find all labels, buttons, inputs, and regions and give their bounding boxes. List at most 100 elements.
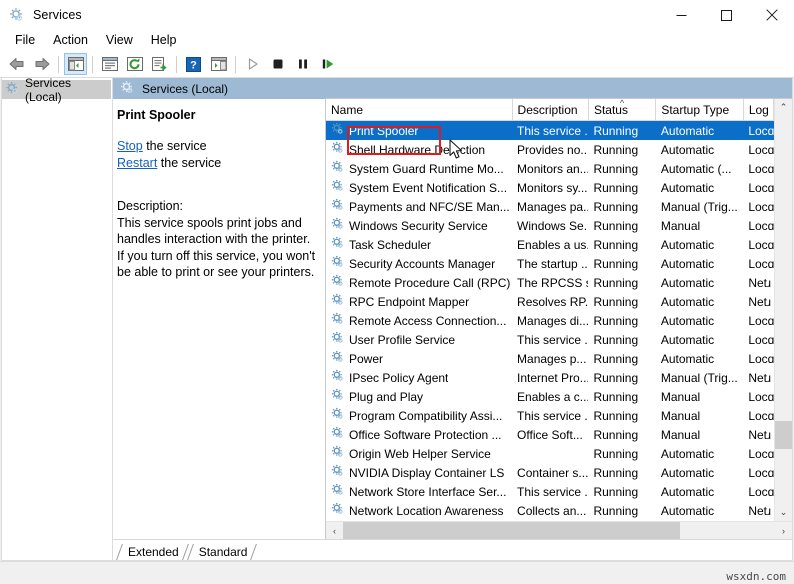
service-name-text: Payments and NFC/SE Man... (349, 199, 510, 214)
scroll-left-icon[interactable]: ‹ (326, 522, 343, 539)
cell-startup-type: Automatic (660, 351, 715, 366)
table-row[interactable]: Office Software Protection ... Office Sof… (326, 425, 774, 444)
vertical-scroll-thumb[interactable] (775, 421, 792, 449)
cell-startup-type: Manual (660, 408, 701, 423)
show-hide-console-tree-icon[interactable] (64, 53, 87, 75)
help-icon[interactable]: ? (182, 53, 205, 75)
cell-description: Provides no... (517, 142, 589, 157)
cell-name: User Profile Service (326, 330, 512, 349)
stop-service-icon[interactable] (266, 53, 289, 75)
cell-status: Running (593, 199, 639, 214)
table-row[interactable]: Windows Security Service Windows Se... Run… (326, 216, 774, 235)
table-row[interactable]: Security Accounts Manager The startup ...… (326, 254, 774, 273)
table-row[interactable]: System Event Notification S... Monitors s… (326, 178, 774, 197)
table-row[interactable]: Program Compatibility Assi... This servic… (326, 406, 774, 425)
cell-name: Origin Web Helper Service (326, 444, 512, 463)
cell-startup-type: Manual (Trig... (660, 370, 738, 385)
scroll-down-icon[interactable]: ⌄ (775, 504, 792, 521)
scroll-right-icon[interactable]: › (775, 522, 792, 539)
table-row[interactable]: Plug and Play Enables a c... Running Manual… (326, 387, 774, 406)
cell-name: Network Store Interface Ser... (326, 482, 512, 501)
maximize-button[interactable] (704, 0, 749, 30)
table-row[interactable]: Power Manages p... Running Automatic Locɑ (326, 349, 774, 368)
service-gear-icon (331, 293, 345, 310)
back-icon[interactable] (5, 53, 28, 75)
cell-startup-type: Automatic (660, 465, 715, 480)
table-row[interactable]: Payments and NFC/SE Man... Manages pa... R… (326, 197, 774, 216)
pause-service-icon[interactable] (291, 53, 314, 75)
column-header-startup-type[interactable]: Startup Type (655, 99, 744, 121)
service-name-text: System Event Notification S... (349, 180, 508, 195)
properties-icon[interactable] (98, 53, 121, 75)
horizontal-scroll-track[interactable] (343, 522, 775, 539)
table-row[interactable]: Print Spooler This service ... Running Auto… (326, 120, 774, 140)
column-header-name[interactable]: Name (326, 99, 513, 121)
table-row[interactable]: RPC Endpoint Mapper Resolves RP... Running… (326, 292, 774, 311)
vertical-scrollbar[interactable]: ⌃ ⌄ (774, 99, 792, 521)
minimize-button[interactable] (659, 0, 704, 30)
forward-icon[interactable] (30, 53, 53, 75)
cell-description: Resolves RP... (517, 294, 589, 309)
menu-action[interactable]: Action (44, 31, 97, 50)
table-row[interactable]: Network Location Awareness Collects an...… (326, 501, 774, 520)
tab-standard[interactable]: Standard (188, 543, 257, 560)
list-view-main: Name Description ^ Status Startup Type L… (326, 99, 775, 521)
services-table: Name Description ^ Status Startup Type L… (326, 99, 775, 520)
toolbar-separator (58, 55, 59, 73)
cell-description: Container s... (517, 465, 589, 480)
cell-name: Power (326, 349, 512, 368)
cell-log-on-as: Locɑ (748, 332, 774, 347)
table-row[interactable]: Origin Web Helper Service Running Automati… (326, 444, 774, 463)
column-header-description-label: Description (517, 102, 578, 117)
table-header-row: Name Description ^ Status Startup Type L… (326, 99, 775, 121)
table-row[interactable]: IPsec Policy Agent Internet Pro... Running… (326, 368, 774, 387)
service-gear-icon (331, 122, 345, 139)
table-row[interactable]: Shell Hardware Detection Provides no... Ru… (326, 140, 774, 159)
service-name-text: Task Scheduler (349, 237, 432, 252)
start-service-icon[interactable] (241, 53, 264, 75)
cell-startup-type: Automatic (660, 237, 715, 252)
cell-description (512, 444, 588, 463)
service-gear-icon (331, 407, 345, 424)
service-name-text: RPC Endpoint Mapper (349, 294, 470, 309)
horizontal-scroll-thumb[interactable] (343, 522, 680, 539)
table-row[interactable]: System Guard Runtime Mo... Monitors an...… (326, 159, 774, 178)
cell-status: Running (593, 503, 639, 518)
menu-help[interactable]: Help (142, 31, 186, 50)
cell-log-on-as: Locɑ (748, 408, 774, 423)
cell-status: Running (593, 370, 639, 385)
restart-service-link[interactable]: Restart (117, 156, 157, 170)
refresh-icon[interactable] (123, 53, 146, 75)
service-name-text: NVIDIA Display Container LS (349, 465, 505, 480)
table-row[interactable]: Remote Access Connection... Manages di...… (326, 311, 774, 330)
stop-service-link[interactable]: Stop (117, 139, 143, 153)
cell-description: Windows Se... (517, 218, 589, 233)
column-header-status[interactable]: ^ Status (588, 99, 657, 121)
export-list-icon[interactable] (148, 53, 171, 75)
cell-log-on-as: Locɑ (748, 142, 774, 157)
menu-view[interactable]: View (97, 31, 142, 50)
table-row[interactable]: User Profile Service This service ... Runn… (326, 330, 774, 349)
scroll-up-icon[interactable]: ⌃ (775, 99, 792, 116)
show-action-pane-icon[interactable] (207, 53, 230, 75)
vertical-scroll-track[interactable] (775, 116, 792, 504)
cell-log-on-as: Locɑ (748, 256, 774, 271)
menu-file[interactable]: File (6, 31, 44, 50)
horizontal-scrollbar[interactable]: ‹ › (326, 521, 792, 539)
cell-name: Office Software Protection ... (326, 425, 512, 444)
table-row[interactable]: Network Store Interface Ser... This servi… (326, 482, 774, 501)
restart-service-action: Restart the service (117, 155, 317, 172)
table-row[interactable]: NVIDIA Display Container LS Container s..… (326, 463, 774, 482)
service-gear-icon (331, 350, 345, 367)
table-row[interactable]: Remote Procedure Call (RPC) The RPCSS s..… (326, 273, 774, 292)
restart-service-icon[interactable] (316, 53, 339, 75)
tree-node-services-local[interactable]: Services (Local) (2, 76, 111, 104)
service-name-text: Power (349, 351, 384, 366)
column-header-log-on-as[interactable]: Log (743, 99, 775, 121)
cell-name: Plug and Play (326, 387, 512, 406)
column-header-description[interactable]: Description (512, 99, 589, 121)
close-button[interactable] (749, 0, 794, 30)
tab-extended[interactable]: Extended (117, 543, 188, 560)
table-row[interactable]: Task Scheduler Enables a us... Running Auto… (326, 235, 774, 254)
cell-status: Running (593, 465, 639, 480)
